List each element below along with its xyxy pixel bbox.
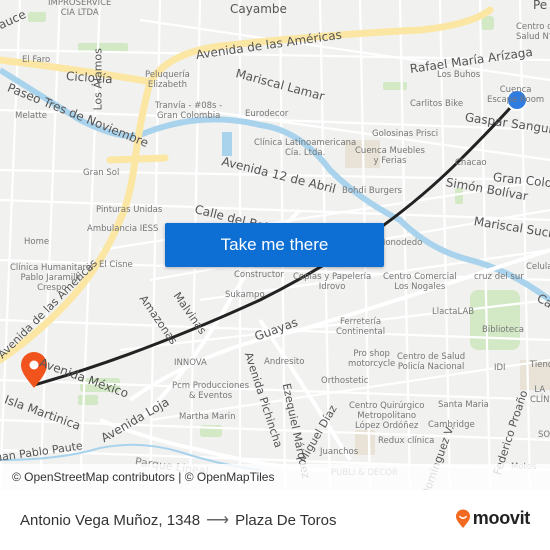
- poi-label: Monodedo: [378, 238, 423, 248]
- poi-label: El Faro: [22, 55, 51, 65]
- poi-label: Clínica Latinoamericana Cía. Ltda.: [254, 138, 357, 158]
- poi-label: Cuenca Muebles y Ferias: [355, 146, 425, 166]
- destination-name: Plaza De Toros: [235, 511, 337, 529]
- footer: Antonio Vega Muñoz, 1348 ⟶ Plaza De Toro…: [0, 490, 550, 550]
- poi-label: Sukampo: [225, 290, 265, 300]
- park: [383, 82, 407, 90]
- poi-label: Chacao: [455, 158, 487, 168]
- poi-label: Clínica Humanitaria Pablo Jaramillo Cres…: [10, 263, 94, 293]
- poi-label: LlactaLAB: [432, 307, 475, 317]
- poi-label: Biblioteca: [482, 325, 524, 335]
- arrow-right-icon: ⟶: [206, 512, 230, 529]
- poi-label: IDI: [494, 363, 506, 373]
- poi-label: Celular: [526, 262, 550, 272]
- origin-name: Antonio Vega Muñoz, 1348: [20, 511, 201, 529]
- moovit-logo[interactable]: moovit: [455, 508, 530, 529]
- poi-label: El Cisne: [99, 260, 133, 270]
- poi-label: Carlitos Bike: [410, 99, 464, 109]
- poi-label: Copias y Papelería Idrovo: [293, 272, 372, 292]
- poi-label: LA CLÍN: [530, 385, 550, 405]
- poi-label: Constructor: [234, 270, 284, 280]
- poi-label: Juanchos: [320, 447, 359, 457]
- street-label: Los Álamos: [91, 48, 105, 111]
- poi-label: Centro de Salud N°: [516, 22, 550, 42]
- poi-label: Eurodecor: [245, 109, 289, 119]
- poi-label: SO: [538, 430, 550, 440]
- major-road: [106, 154, 169, 164]
- park: [28, 12, 46, 22]
- poi-label: Centro Quirúrgico Metropolitano López Or…: [349, 401, 425, 431]
- map-attribution[interactable]: © OpenStreetMap contributors | © OpenMap…: [0, 464, 550, 490]
- poi-label: Ambulancia IESS: [87, 224, 159, 234]
- street-label: Pe: [533, 0, 548, 12]
- poi-label: Andresito: [264, 357, 305, 367]
- poi-label: Redux clínica: [378, 436, 435, 446]
- poi-label: Cambridge: [428, 420, 475, 430]
- poi-label: Santa Maria: [438, 400, 489, 410]
- park: [78, 395, 98, 405]
- poi-label: Tranvía - #08s - Gran Colombia: [155, 101, 223, 121]
- poi-label: Orthostetic: [321, 376, 369, 386]
- map-canvas[interactable]: Cayambe Avenida de las Américas Rafael M…: [0, 0, 550, 490]
- poi-label: Cuenca Escape Room: [487, 85, 545, 105]
- poi-label: Los Buhos: [437, 70, 481, 80]
- poi-label: Centro de Salud Policía Nacional: [397, 352, 466, 372]
- poi-label: Pinturas Unidas: [96, 205, 163, 215]
- take-me-there-button[interactable]: Take me there: [165, 223, 384, 267]
- pond: [222, 132, 232, 156]
- poi-label: Ferretería Continental: [336, 317, 386, 337]
- poi-label: Peluquería Elizabeth: [145, 70, 190, 90]
- poi-label: Pcm Producciones & Eventos: [172, 381, 250, 401]
- poi-label: Home: [24, 237, 50, 247]
- street-label: Cayambe: [230, 2, 287, 16]
- poi-label: Pro shop motorcycle: [348, 349, 396, 369]
- moovit-pin-icon: [455, 509, 470, 528]
- poi-label: cruz del sur: [474, 272, 524, 282]
- moovit-wordmark: moovit: [472, 508, 531, 528]
- major-road: [0, 78, 154, 364]
- poi-label: Bohdi Burgers: [342, 186, 402, 196]
- route-summary: Antonio Vega Muñoz, 1348 ⟶ Plaza De Toro…: [20, 510, 337, 530]
- poi-label: Gran Sol: [83, 168, 120, 178]
- poi-label: Tienda: [530, 360, 550, 370]
- poi-label: Centro Comercial Los Nogales: [383, 272, 457, 292]
- poi-label: IMPROSERVICE CIA LTDA: [48, 0, 112, 18]
- poi-label: Martha Marin: [179, 412, 236, 422]
- poi-label: INNOVA: [174, 358, 207, 368]
- poi-label: Melatte: [15, 111, 48, 121]
- poi-label: Golosinas Prisci: [372, 129, 439, 139]
- park: [470, 290, 520, 350]
